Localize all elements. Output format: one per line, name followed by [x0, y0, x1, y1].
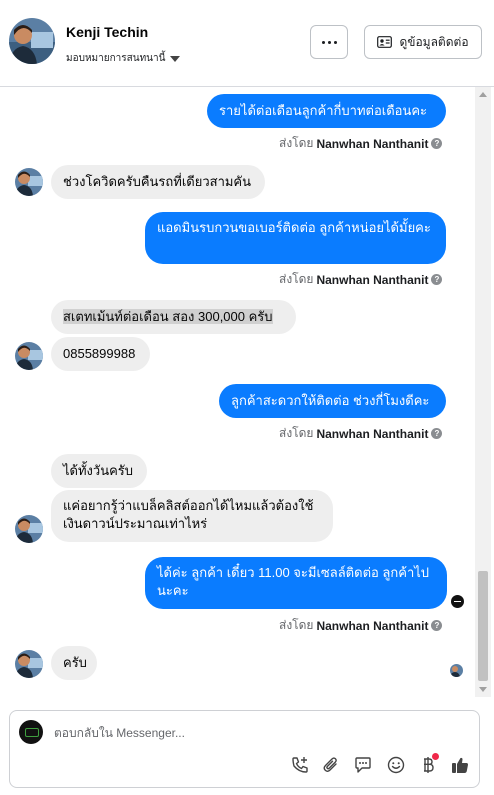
- help-icon[interactable]: ?: [431, 274, 443, 285]
- sender-name[interactable]: Nanwhan Nanthanit: [316, 427, 428, 441]
- incoming-message-bubble[interactable]: แค่อยากรู้ว่าแบล็คลิสต์ออกได้ไหมแล้วต้อง…: [51, 490, 333, 542]
- sent-by-label: ส่งโดย Nanwhan Nanthanit ?: [279, 134, 443, 153]
- message-text: ได้ทั้งวันครับ: [63, 463, 134, 478]
- message-text: แค่อยากรู้ว่าแบล็คลิสต์ออกได้ไหมแล้วต้อง…: [63, 498, 314, 531]
- more-options-button[interactable]: [310, 25, 348, 59]
- scrollbar-thumb[interactable]: [478, 571, 488, 681]
- notification-dot: [432, 753, 439, 760]
- message-text: ช่วงโควิดครับคืนรถที่เดียวสามคัน: [63, 174, 252, 189]
- scroll-down-arrow-icon[interactable]: [479, 687, 487, 692]
- contact-avatar[interactable]: [9, 18, 55, 64]
- contact-info-label: ดูข้อมูลติดต่อ: [399, 34, 469, 49]
- help-icon[interactable]: ?: [431, 620, 443, 631]
- outgoing-message-bubble[interactable]: แอดมินรบกวนขอเบอร์ติดต่อ ลูกค้าหน่อยได้ม…: [145, 212, 446, 264]
- reply-composer: [9, 710, 480, 788]
- sender-name[interactable]: Nanwhan Nanthanit: [316, 619, 428, 633]
- delivered-status-icon: [451, 595, 464, 608]
- assign-label: มอบหมายการสนทนานี้: [66, 53, 166, 64]
- message-text: ลูกค้าสะดวกให้ติดต่อ ช่วงกี่โมงดีคะ: [231, 393, 430, 408]
- assign-conversation-dropdown[interactable]: มอบหมายการสนทนานี้: [66, 51, 181, 66]
- sent-by-label: ส่งโดย Nanwhan Nanthanit ?: [279, 270, 443, 289]
- message-text: รายได้ต่อเดือนลูกค้ากี่บาทต่อเดือนคะ: [219, 103, 428, 118]
- incoming-message-bubble[interactable]: ได้ทั้งวันครับ: [51, 454, 147, 488]
- help-icon[interactable]: ?: [431, 138, 443, 149]
- outgoing-message-bubble[interactable]: ได้ค่ะ ลูกค้า เดี๋ยว 11.00 จะมีเซลล์ติดต…: [145, 557, 447, 609]
- attachment-icon[interactable]: [319, 753, 343, 777]
- sender-name[interactable]: Nanwhan Nanthanit: [316, 273, 428, 287]
- message-text: แอดมินรบกวนขอเบอร์ติดต่อ ลูกค้าหน่อยได้ม…: [157, 220, 431, 235]
- seen-by-avatar: [450, 664, 463, 677]
- incoming-message-bubble[interactable]: 0855899988: [51, 337, 150, 371]
- more-horizontal-icon: [321, 40, 325, 44]
- help-icon[interactable]: ?: [431, 428, 443, 439]
- contact-avatar[interactable]: [15, 650, 43, 678]
- baht-payment-icon[interactable]: [416, 753, 440, 777]
- outgoing-message-bubble[interactable]: รายได้ต่อเดือนลูกค้ากี่บาทต่อเดือนคะ: [207, 94, 446, 128]
- conversation-header: Kenji Techin มอบหมายการสนทนานี้ ดูข้อมูล…: [0, 0, 494, 87]
- message-text: ครับ: [63, 655, 87, 670]
- sent-by-label: ส่งโดย Nanwhan Nanthanit ?: [279, 616, 443, 635]
- sent-by-label: ส่งโดย Nanwhan Nanthanit ?: [279, 424, 443, 443]
- scroll-up-arrow-icon[interactable]: [479, 92, 487, 97]
- sender-name[interactable]: Nanwhan Nanthanit: [316, 137, 428, 151]
- saved-reply-icon[interactable]: [351, 753, 375, 777]
- contact-avatar[interactable]: [15, 342, 43, 370]
- incoming-message-bubble[interactable]: สเตทเม้นท์ต่อเดือน สอง 300,000 ครับ: [51, 300, 296, 334]
- page-avatar: [19, 720, 43, 744]
- contact-avatar[interactable]: [15, 515, 43, 543]
- message-text: 0855899988: [63, 346, 136, 361]
- incoming-message-bubble[interactable]: ช่วงโควิดครับคืนรถที่เดียวสามคัน: [51, 165, 265, 199]
- id-card-icon: [377, 36, 393, 48]
- message-text: สเตทเม้นท์ต่อเดือน สอง 300,000 ครับ: [63, 309, 273, 324]
- call-add-icon[interactable]: [288, 753, 312, 777]
- view-contact-info-button[interactable]: ดูข้อมูลติดต่อ: [364, 25, 482, 59]
- outgoing-message-bubble[interactable]: ลูกค้าสะดวกให้ติดต่อ ช่วงกี่โมงดีคะ: [219, 384, 446, 418]
- thread-scrollbar[interactable]: [475, 87, 491, 697]
- caret-down-icon: [170, 55, 181, 62]
- message-text: ได้ค่ะ ลูกค้า เดี๋ยว 11.00 จะมีเซลล์ติดต…: [157, 565, 430, 598]
- emoji-icon[interactable]: [384, 753, 408, 777]
- contact-avatar[interactable]: [15, 168, 43, 196]
- reply-input[interactable]: [54, 724, 454, 742]
- contact-name[interactable]: Kenji Techin: [66, 24, 148, 40]
- like-icon[interactable]: [448, 753, 472, 777]
- incoming-message-bubble[interactable]: ครับ: [51, 646, 97, 680]
